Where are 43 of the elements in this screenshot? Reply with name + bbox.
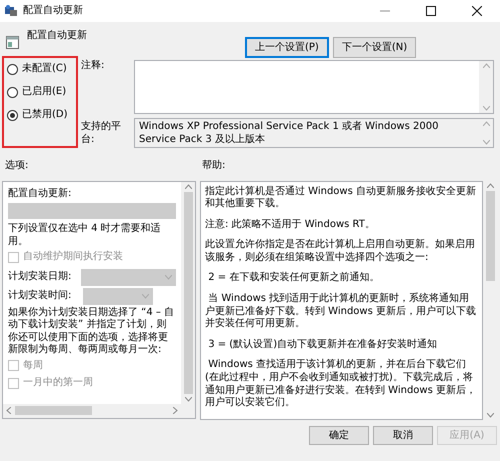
help-paragraph: 3 = (默认设置)自动下载更新并在准备好安装时通知 (207, 338, 438, 352)
section-label: 选项: (5, 160, 30, 172)
help-paragraph: 当 Windows 找到适用于此计算机的更新时，系统将通知用户更新已准备好下载。转到 Windows 更新后，用户可以下载并安装任何可用更新。 (205, 293, 477, 331)
help-paragraph: 指定此计算机是否通过 Windows 自动更新服务接收安全更新和其他重要下载。 (205, 186, 477, 211)
dialog-button[interactable]: 取消 (373, 426, 433, 444)
platform-text: Windows XP Professional Service Pack 1 或者 Windows 2000 Service Pack 3 及以上版本 (138, 120, 440, 146)
policy-name: 配置自动更新 (27, 30, 87, 42)
scroll-up-icon[interactable] (486, 182, 494, 188)
policy-icon (6, 36, 19, 48)
help-paragraph: Windows 查找适用于该计算机的更新，并在后台下载它们(在此过程中，用户不会收到通知或被打扰)。下载完成后，将通知用户更新已准备好进行安装。在转到 Windows 更新后，用户可以安装它们。 (205, 359, 477, 410)
section-label: 帮助: (202, 160, 226, 172)
option-text: 下列设置仅在选中 4 时才需要和适用。 (8, 223, 162, 248)
radio-option[interactable]: 已启用(E) (7, 85, 73, 99)
nav-button[interactable]: 上一个设置(P) (245, 36, 329, 58)
help-paragraph: 此设置允许你指定是否在此计算机上启用自动更新。如果启用该服务，则必须在组策略设置中选择四个选项之一: (205, 239, 476, 264)
scroll-up-icon[interactable] (482, 121, 490, 126)
app-icon (4, 4, 18, 18)
option-text: 如果你为计划安装日期选择了 “4 – 自动下载计划安装” 并指定了计划，则你还可以使用下面的选项，选择将更新限制为每周、每两周或每月一次: (8, 306, 176, 356)
option-heading: 配置自动更新: (8, 188, 72, 200)
scrollbar[interactable] (181, 182, 195, 404)
field-label: 计划安装日期: (8, 270, 72, 284)
help-paragraph: 2 = 在下载和安装任何更新之前通知。 (207, 272, 380, 286)
field-label: 计划安装时间: (8, 290, 72, 302)
nav-button[interactable]: 下一个设置(N) (332, 36, 416, 58)
comment-field[interactable] (134, 60, 494, 114)
field-label: 支持的平台: (81, 120, 122, 146)
scroll-down-icon[interactable] (482, 106, 490, 111)
scroll-up-icon[interactable] (184, 184, 192, 188)
dialog-button[interactable]: 确定 (309, 426, 369, 444)
help-paragraph: 注意: 此策略不适用于 Windows RT。 (205, 218, 376, 232)
scroll-down-icon[interactable] (486, 412, 494, 418)
radio-option[interactable]: 已禁用(D) (7, 108, 73, 122)
scroll-thumb[interactable] (486, 190, 494, 280)
scroll-thumb[interactable] (184, 192, 192, 394)
horizontal-scrollbar[interactable] (3, 404, 195, 418)
radio-option[interactable]: 未配置(C) (7, 62, 73, 76)
scroll-down-icon[interactable] (482, 140, 490, 145)
scroll-right-icon[interactable] (173, 407, 178, 414)
scroll-down-icon[interactable] (184, 396, 192, 402)
scroll-up-icon[interactable] (482, 63, 490, 68)
scroll-left-icon[interactable] (6, 407, 11, 414)
window-title: 配置自动更新 (23, 4, 83, 18)
field-label: 注释: (81, 60, 106, 73)
